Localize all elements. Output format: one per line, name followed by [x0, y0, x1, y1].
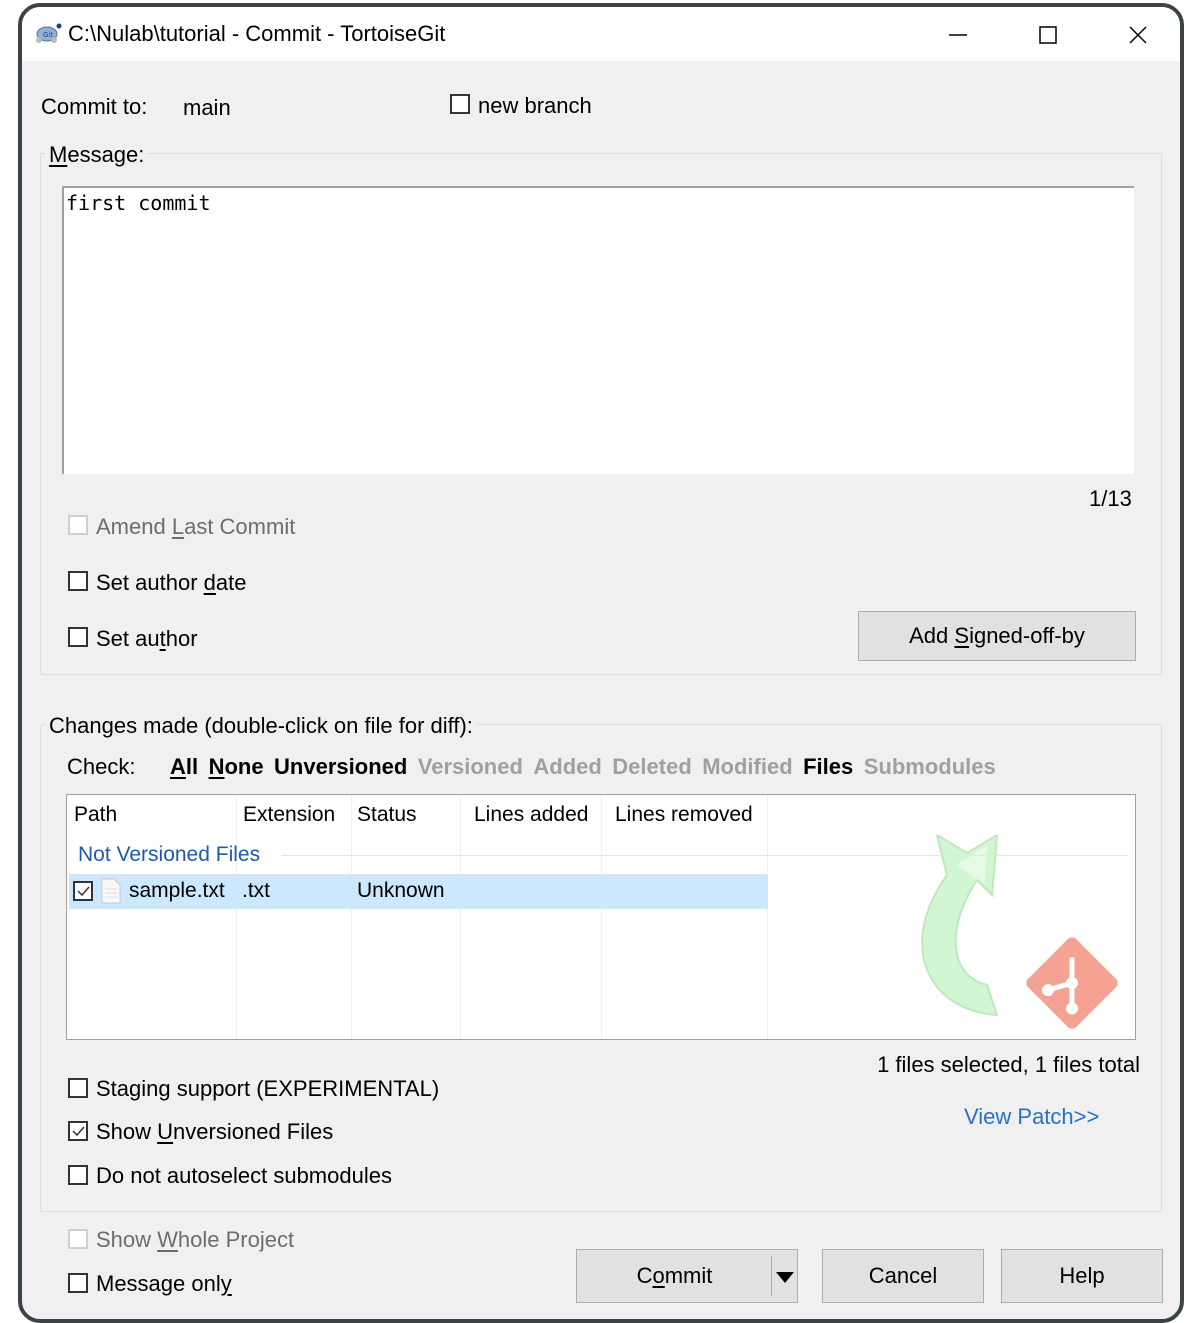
staging-support-label: Staging support (EXPERIMENTAL): [96, 1076, 440, 1101]
branch-name: main: [183, 95, 231, 120]
checkmark-icon: [72, 1126, 85, 1137]
staging-support-checkbox[interactable]: [68, 1078, 88, 1098]
maximize-button[interactable]: [1018, 15, 1078, 55]
show-whole-project-checkbox[interactable]: [68, 1229, 88, 1249]
set-author-label: Set author: [96, 626, 198, 651]
column-separator: [767, 795, 768, 1039]
set-author-date-checkbox[interactable]: [68, 571, 88, 591]
commit-to-label: Commit to:: [41, 94, 148, 119]
close-button[interactable]: [1108, 15, 1168, 55]
message-text: first commit: [66, 191, 211, 215]
file-extension: .txt: [242, 879, 271, 902]
window-title: C:\Nulab\tutorial - Commit - TortoiseGit: [68, 21, 446, 46]
new-branch-checkbox[interactable]: [450, 94, 470, 114]
file-list[interactable]: Path Extension Status Lines added Lines …: [66, 794, 1136, 1040]
column-separator: [236, 795, 237, 1039]
close-icon: [1129, 26, 1147, 44]
column-header-lines-added[interactable]: Lines added: [474, 801, 588, 829]
check-submodules-link[interactable]: Submodules: [864, 754, 996, 779]
set-author-checkbox[interactable]: [68, 627, 88, 647]
minimize-button[interactable]: [928, 15, 988, 55]
maximize-icon: [1039, 26, 1057, 44]
file-status: Unknown: [357, 879, 445, 902]
column-separator: [601, 795, 602, 1039]
tortoisegit-icon: Git: [36, 23, 62, 43]
no-autoselect-submodules-checkbox[interactable]: [68, 1165, 88, 1185]
text-file-icon: [101, 878, 121, 904]
minimize-icon: [949, 34, 967, 36]
changes-group-label: Changes made (double-click on file for d…: [45, 712, 477, 740]
show-unversioned-label: Show Unversioned Files: [96, 1119, 334, 1144]
amend-last-commit-checkbox[interactable]: [68, 515, 88, 535]
svg-text:Git: Git: [43, 31, 53, 39]
view-patch-link[interactable]: View Patch>>: [964, 1103, 1099, 1131]
check-all-link[interactable]: All: [170, 754, 198, 779]
group-header-not-versioned[interactable]: Not Versioned Files: [78, 841, 260, 869]
show-unversioned-checkbox[interactable]: [68, 1121, 88, 1141]
check-none-link[interactable]: None: [209, 754, 264, 779]
check-added-link[interactable]: Added: [533, 754, 601, 779]
title-bar: Git C:\Nulab\tutorial - Commit - Tortois…: [22, 7, 1180, 61]
column-header-status[interactable]: Status: [357, 801, 417, 829]
amend-last-commit-label: Amend Last Commit: [96, 514, 296, 539]
file-checkbox[interactable]: [73, 881, 93, 901]
help-button[interactable]: Help: [1001, 1249, 1163, 1303]
add-signed-off-by-button[interactable]: Add Signed-off-by: [858, 611, 1136, 661]
check-deleted-link[interactable]: Deleted: [612, 754, 691, 779]
show-whole-project-label: Show Whole Project: [96, 1227, 295, 1252]
check-label: Check:: [67, 754, 136, 779]
file-path: sample.txt: [129, 879, 225, 902]
new-branch-label: new branch: [478, 93, 592, 118]
tortoisegit-watermark-icon: [921, 835, 1118, 1029]
check-unversioned-link[interactable]: Unversioned: [274, 754, 407, 779]
message-textarea[interactable]: first commit: [62, 186, 1134, 474]
split-divider: [771, 1256, 772, 1296]
column-header-lines-removed[interactable]: Lines removed: [615, 801, 753, 829]
check-files-link[interactable]: Files: [803, 754, 853, 779]
cancel-button[interactable]: Cancel: [822, 1249, 984, 1303]
column-separator: [351, 795, 352, 1039]
column-separator: [460, 795, 461, 1039]
column-header-path[interactable]: Path: [74, 801, 117, 829]
files-summary: 1 files selected, 1 files total: [877, 1052, 1140, 1077]
commit-button[interactable]: Commit: [576, 1249, 798, 1303]
checkmark-icon: [77, 886, 90, 897]
commit-button-label: Commit: [636, 1263, 713, 1288]
message-group-label: Message:: [45, 141, 149, 169]
column-header-extension[interactable]: Extension: [243, 801, 335, 829]
message-only-label: Message only: [96, 1271, 232, 1296]
check-versioned-link[interactable]: Versioned: [418, 754, 523, 779]
group-header-line: [282, 855, 1127, 856]
dropdown-arrow-icon[interactable]: [776, 1272, 794, 1283]
message-counter: 1/13: [1089, 486, 1132, 511]
commit-dialog: Git C:\Nulab\tutorial - Commit - Tortois…: [18, 3, 1184, 1323]
check-modified-link[interactable]: Modified: [702, 754, 792, 779]
message-only-checkbox[interactable]: [68, 1273, 88, 1293]
check-links: All None Unversioned Versioned Added Del…: [170, 753, 1002, 784]
set-author-date-label: Set author date: [96, 570, 247, 595]
no-autoselect-submodules-label: Do not autoselect submodules: [96, 1163, 392, 1188]
